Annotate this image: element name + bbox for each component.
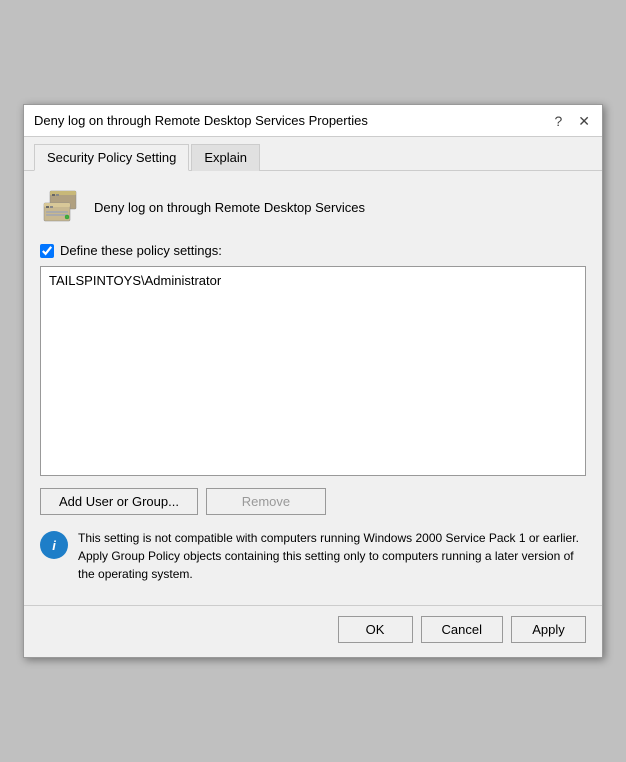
title-bar: Deny log on through Remote Desktop Servi… [24,105,602,137]
users-listbox[interactable]: TAILSPINTOYS\Administrator [40,266,586,476]
apply-button[interactable]: Apply [511,616,586,643]
define-policy-row: Define these policy settings: [40,243,586,258]
policy-header: Deny log on through Remote Desktop Servi… [40,187,586,227]
define-policy-label: Define these policy settings: [60,243,222,258]
title-bar-left: Deny log on through Remote Desktop Servi… [34,113,368,128]
tab-explain[interactable]: Explain [191,144,260,171]
server-icon [40,187,80,227]
dialog-window: Deny log on through Remote Desktop Servi… [23,104,603,658]
info-text: This setting is not compatible with comp… [78,529,586,583]
policy-title: Deny log on through Remote Desktop Servi… [94,200,365,215]
dialog-footer: OK Cancel Apply [24,605,602,657]
remove-button[interactable]: Remove [206,488,326,515]
tab-bar: Security Policy Setting Explain [24,137,602,171]
button-row: Add User or Group... Remove [40,488,586,515]
cancel-button[interactable]: Cancel [421,616,503,643]
window-title: Deny log on through Remote Desktop Servi… [34,113,368,128]
close-button[interactable]: ✕ [576,114,592,128]
tab-security-policy-setting[interactable]: Security Policy Setting [34,144,189,171]
add-user-button[interactable]: Add User or Group... [40,488,198,515]
title-bar-controls: ? ✕ [552,114,592,128]
ok-button[interactable]: OK [338,616,413,643]
dialog-content: Deny log on through Remote Desktop Servi… [24,171,602,605]
info-icon: i [40,531,68,559]
list-item: TAILSPINTOYS\Administrator [45,271,581,290]
define-policy-checkbox[interactable] [40,244,54,258]
info-box: i This setting is not compatible with co… [40,529,586,583]
help-button[interactable]: ? [552,114,564,128]
